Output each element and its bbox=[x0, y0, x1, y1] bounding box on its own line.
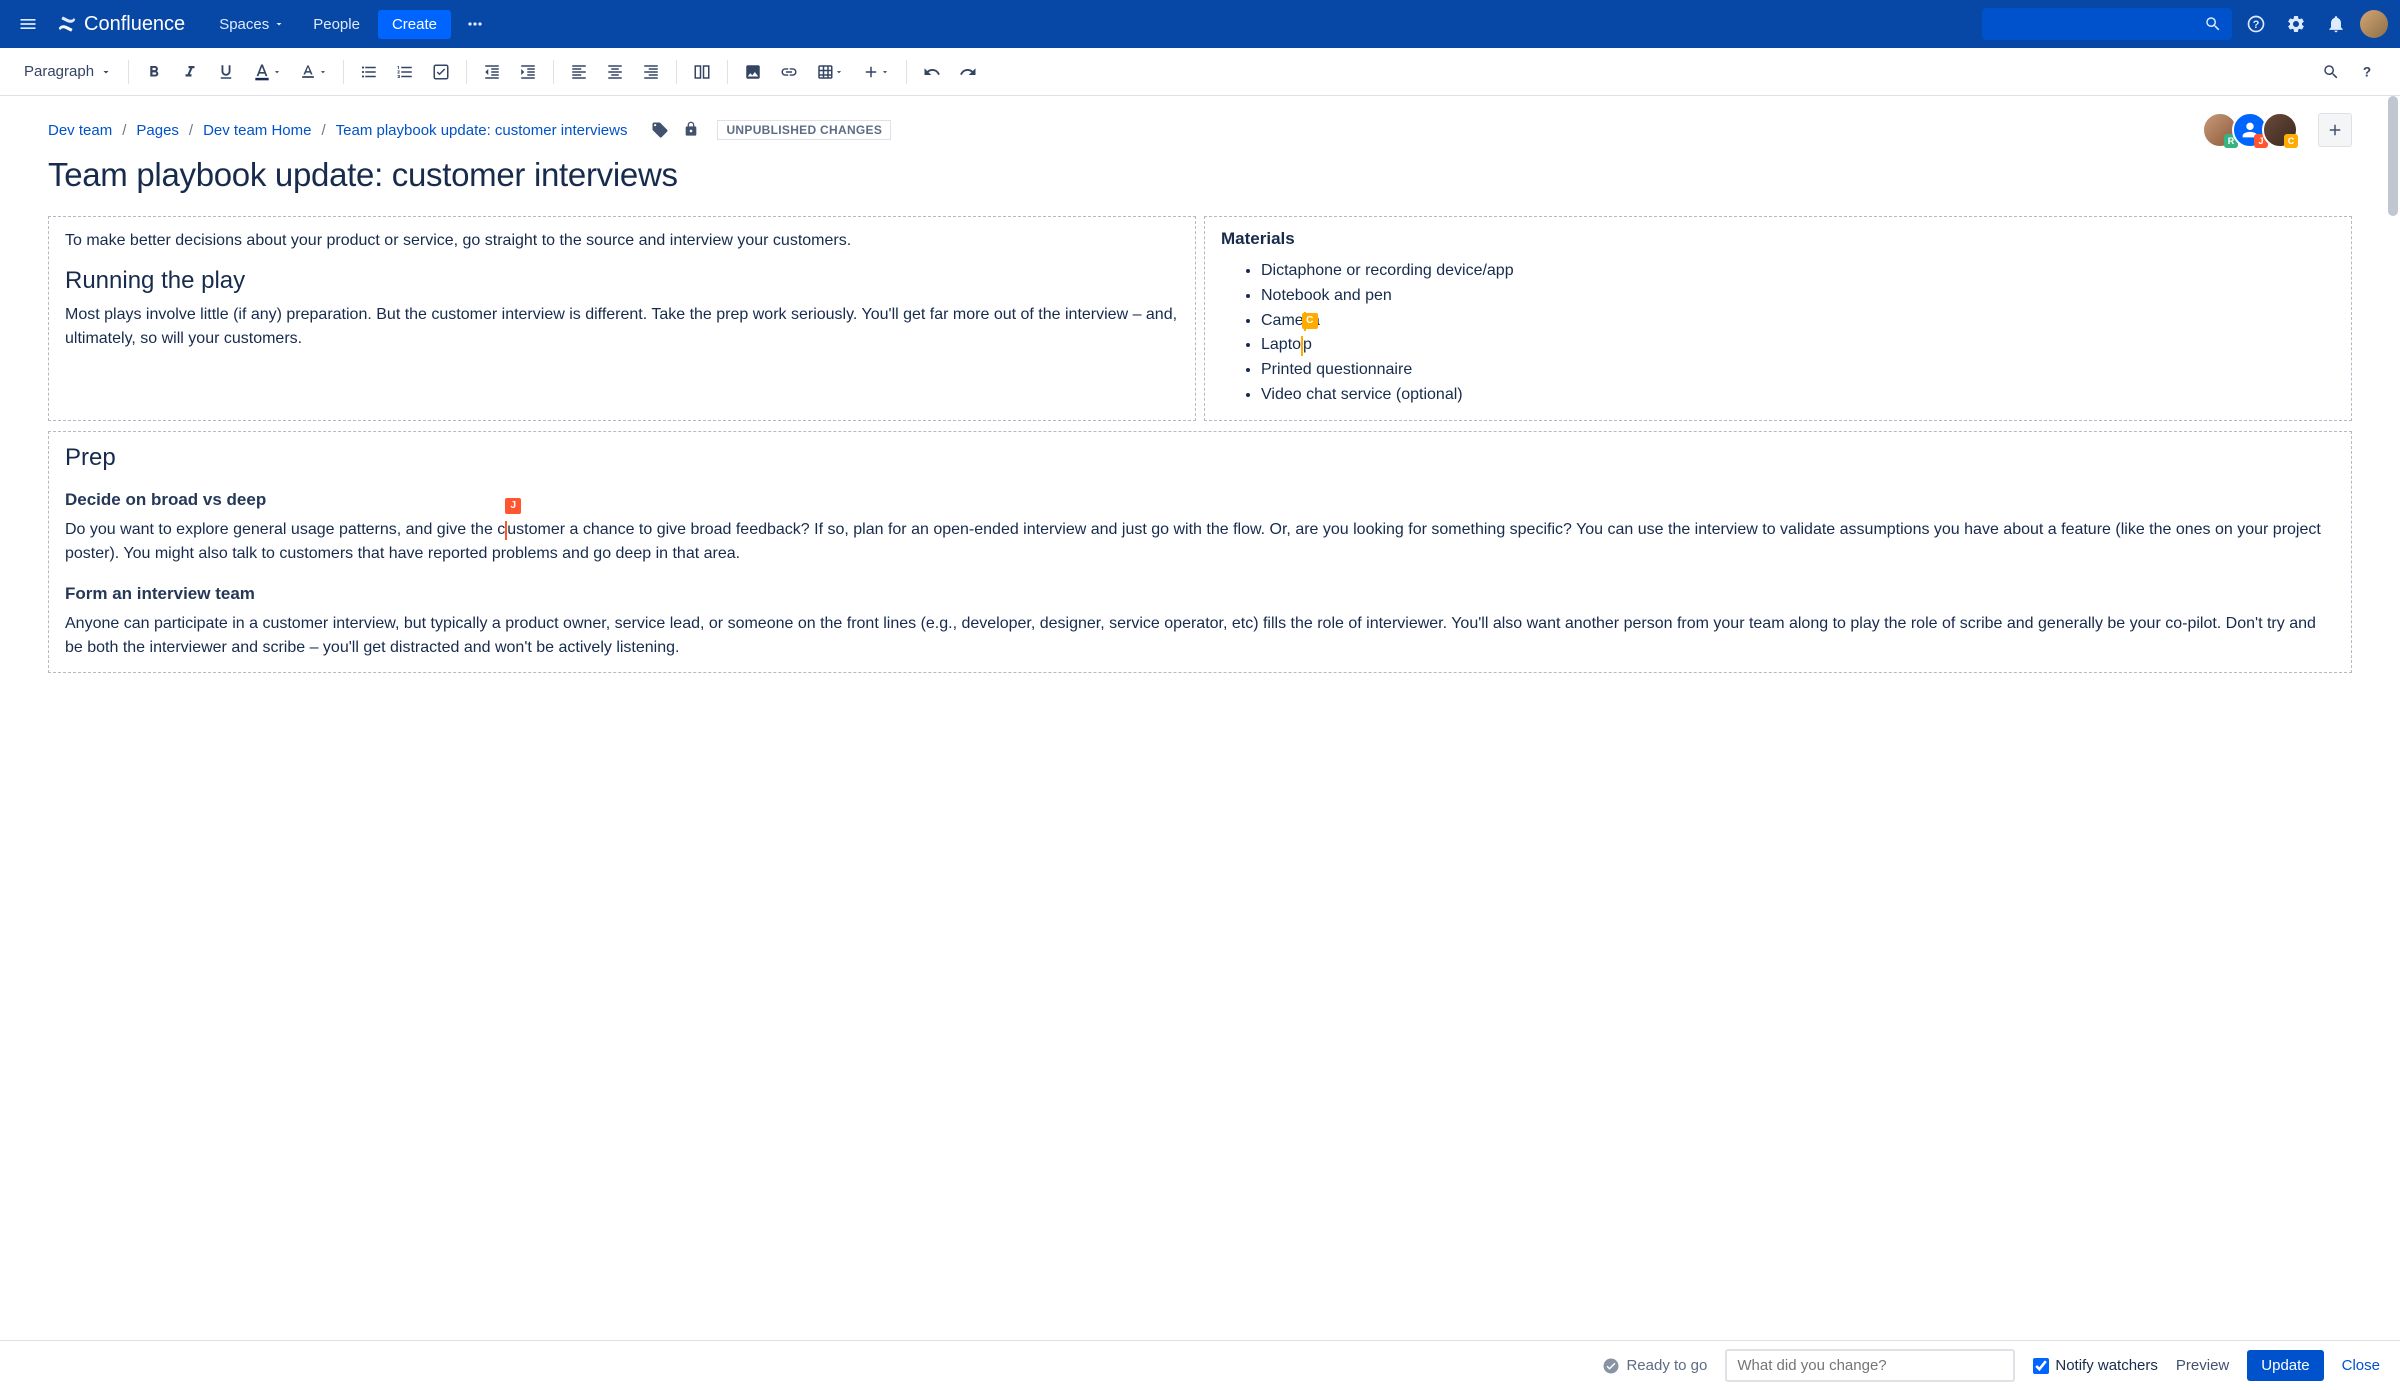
svg-text:?: ? bbox=[2363, 64, 2371, 79]
list-item[interactable]: Notebook and pen bbox=[1261, 284, 2335, 309]
notify-watchers-checkbox[interactable]: Notify watchers bbox=[2033, 1357, 2158, 1374]
status-badge: UNPUBLISHED CHANGES bbox=[717, 120, 891, 140]
preview-button[interactable]: Preview bbox=[2176, 1357, 2229, 1374]
two-column-layout: To make better decisions about your prod… bbox=[48, 216, 2352, 421]
subsection-heading[interactable]: Form an interview team bbox=[65, 584, 2335, 604]
italic-button[interactable] bbox=[173, 55, 207, 89]
top-navigation: Confluence Spaces People Create ? bbox=[0, 0, 2400, 48]
body-paragraph[interactable]: Anyone can participate in a customer int… bbox=[65, 612, 2335, 660]
collab-cursor-flag: J bbox=[505, 498, 521, 514]
section-heading[interactable]: Prep bbox=[65, 444, 2335, 472]
insert-button[interactable] bbox=[854, 55, 898, 89]
bold-button[interactable] bbox=[137, 55, 171, 89]
update-button[interactable]: Update bbox=[2247, 1350, 2323, 1381]
list-item[interactable]: Laptop bbox=[1261, 333, 2335, 358]
tag-icon[interactable] bbox=[651, 121, 669, 139]
lock-icon[interactable] bbox=[683, 121, 699, 139]
content-scroll[interactable]: Dev team / Pages / Dev team Home / Team … bbox=[0, 96, 2400, 1340]
chevron-down-icon bbox=[100, 66, 112, 78]
more-icon[interactable] bbox=[459, 8, 491, 40]
scrollbar-thumb[interactable] bbox=[2388, 96, 2398, 216]
align-center-button[interactable] bbox=[598, 55, 632, 89]
undo-button[interactable] bbox=[915, 55, 949, 89]
layout-cell-left[interactable]: To make better decisions about your prod… bbox=[48, 216, 1196, 421]
breadcrumb-item[interactable]: Pages bbox=[136, 122, 179, 139]
collab-cursor-caret bbox=[505, 521, 507, 540]
more-formatting-button[interactable] bbox=[291, 55, 335, 89]
search-icon bbox=[2204, 15, 2222, 33]
bullet-list-button[interactable] bbox=[352, 55, 386, 89]
find-button[interactable] bbox=[2314, 55, 2348, 89]
link-button[interactable] bbox=[772, 55, 806, 89]
layout-cell-right[interactable]: Materials Dictaphone or recording device… bbox=[1204, 216, 2352, 421]
list-item[interactable]: Printed questionnaire bbox=[1261, 358, 2335, 383]
collaborator-avatars: R J C bbox=[2208, 112, 2298, 148]
table-button[interactable] bbox=[808, 55, 852, 89]
breadcrumb-row: Dev team / Pages / Dev team Home / Team … bbox=[48, 112, 2352, 148]
body-paragraph[interactable]: Do you want to explore general usage pat… bbox=[65, 518, 2335, 566]
align-right-button[interactable] bbox=[634, 55, 668, 89]
layout-button[interactable] bbox=[685, 55, 719, 89]
body-paragraph[interactable]: Most plays involve little (if any) prepa… bbox=[65, 303, 1179, 351]
page-title[interactable]: Team playbook update: customer interview… bbox=[48, 156, 2352, 194]
collaborator-avatar[interactable]: C bbox=[2262, 112, 2298, 148]
chevron-down-icon bbox=[273, 18, 285, 30]
menu-icon[interactable] bbox=[12, 8, 44, 40]
settings-icon[interactable] bbox=[2280, 8, 2312, 40]
text-color-button[interactable] bbox=[245, 55, 289, 89]
task-list-button[interactable] bbox=[424, 55, 458, 89]
materials-heading[interactable]: Materials bbox=[1221, 229, 2335, 249]
layout-cell-full[interactable]: Prep Decide on broad vs deep Do you want… bbox=[48, 431, 2352, 673]
brand-text: Confluence bbox=[84, 13, 185, 36]
user-avatar[interactable] bbox=[2360, 10, 2388, 38]
create-button[interactable]: Create bbox=[378, 10, 451, 39]
collab-cursor-flag: C bbox=[1302, 313, 1318, 329]
editor-footer: Ready to go Notify watchers Preview Upda… bbox=[0, 1340, 2400, 1390]
materials-list[interactable]: Dictaphone or recording device/app Noteb… bbox=[1221, 259, 2335, 408]
nav-spaces[interactable]: Spaces bbox=[209, 8, 295, 41]
editor-toolbar: Paragraph ? bbox=[0, 48, 2400, 96]
list-item[interactable]: Dictaphone or recording device/app bbox=[1261, 259, 2335, 284]
check-circle-icon bbox=[1602, 1357, 1620, 1375]
indent-button[interactable] bbox=[511, 55, 545, 89]
help-icon[interactable]: ? bbox=[2240, 8, 2272, 40]
close-button[interactable]: Close bbox=[2342, 1357, 2380, 1374]
ready-status: Ready to go bbox=[1602, 1357, 1707, 1375]
notify-checkbox-input[interactable] bbox=[2033, 1358, 2049, 1374]
subsection-heading[interactable]: Decide on broad vs deep bbox=[65, 490, 2335, 510]
svg-text:?: ? bbox=[2253, 19, 2260, 31]
outdent-button[interactable] bbox=[475, 55, 509, 89]
breadcrumb-item[interactable]: Dev team bbox=[48, 122, 112, 139]
image-button[interactable] bbox=[736, 55, 770, 89]
nav-people[interactable]: People bbox=[303, 8, 370, 41]
confluence-logo[interactable]: Confluence bbox=[56, 13, 185, 36]
section-heading[interactable]: Running the play bbox=[65, 267, 1179, 295]
align-left-button[interactable] bbox=[562, 55, 596, 89]
collab-cursor-caret bbox=[1301, 336, 1303, 355]
list-item[interactable]: Video chat service (optional) bbox=[1261, 383, 2335, 408]
numbered-list-button[interactable] bbox=[388, 55, 422, 89]
editor-help-button[interactable]: ? bbox=[2350, 55, 2384, 89]
change-description-input[interactable] bbox=[1725, 1349, 2015, 1382]
paragraph-style-dropdown[interactable]: Paragraph bbox=[16, 57, 120, 86]
intro-paragraph[interactable]: To make better decisions about your prod… bbox=[65, 229, 1179, 253]
redo-button[interactable] bbox=[951, 55, 985, 89]
breadcrumb-item[interactable]: Team playbook update: customer interview… bbox=[336, 122, 628, 139]
breadcrumb-item[interactable]: Dev team Home bbox=[203, 122, 311, 139]
underline-button[interactable] bbox=[209, 55, 243, 89]
notifications-icon[interactable] bbox=[2320, 8, 2352, 40]
add-collaborator-button[interactable] bbox=[2318, 113, 2352, 147]
list-item[interactable]: CameCra bbox=[1261, 309, 2335, 334]
search-box[interactable] bbox=[1982, 8, 2232, 40]
